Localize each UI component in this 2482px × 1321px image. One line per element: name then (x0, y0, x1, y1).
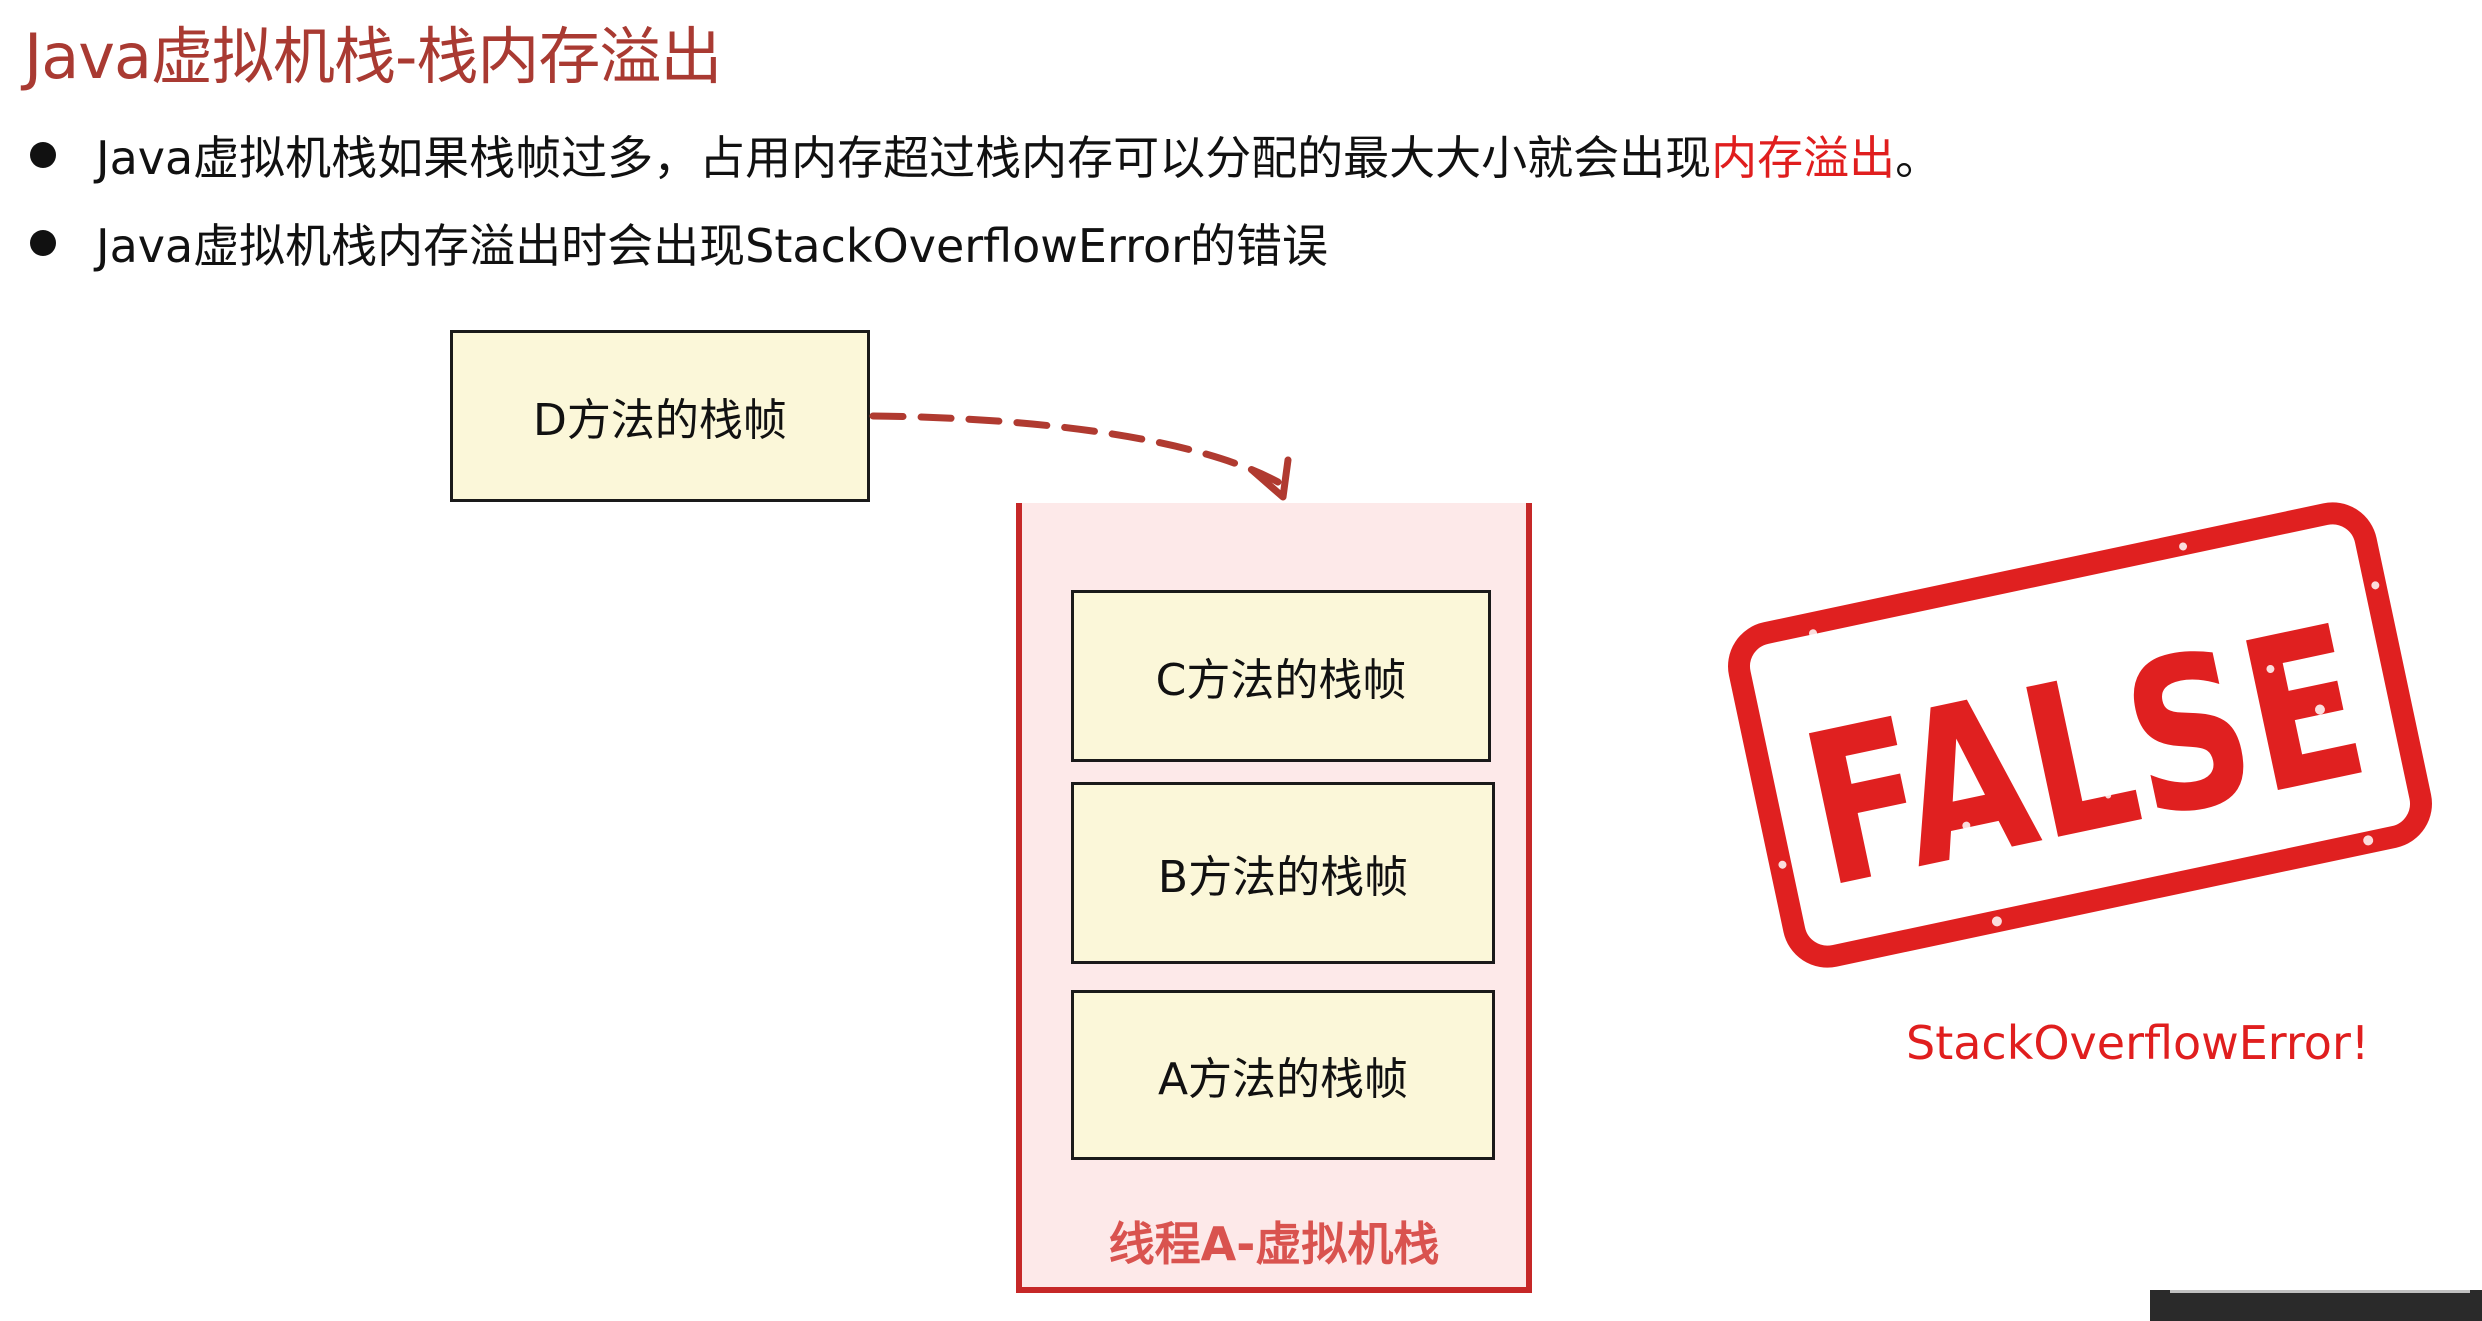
bullet-dot-icon (30, 142, 56, 168)
stack-label: 线程A-虚拟机栈 (1108, 1217, 1440, 1271)
dashed-arrow-line (869, 412, 1282, 486)
arrow-head-icon (1248, 456, 1292, 501)
stack-frame-c: C方法的栈帧 (1071, 590, 1491, 762)
bullet-dot-icon (30, 230, 56, 256)
slide-title: Java虚拟机栈-栈内存溢出 (24, 20, 722, 93)
bullet-1-text: Java虚拟机栈如果栈帧过多，占用内存超过栈内存可以分配的最大大小就会出现 (96, 131, 1712, 185)
bullet-item-1: Java虚拟机栈如果栈帧过多，占用内存超过栈内存可以分配的最大大小就会出现 内存溢… (30, 122, 1941, 188)
incoming-stack-frame-d: D方法的栈帧 (450, 330, 870, 502)
stack-frame-a: A方法的栈帧 (1071, 990, 1495, 1160)
stack-overflow-error-label: StackOverflowError! (1906, 1016, 2370, 1070)
false-stamp: FALSE (1728, 502, 2432, 968)
bullet-item-2: Java虚拟机栈内存溢出时会出现StackOverflowError的错误 (30, 210, 1328, 276)
stack-frame-b: B方法的栈帧 (1071, 782, 1495, 964)
bullet-2-text: Java虚拟机栈内存溢出时会出现StackOverflowError的错误 (96, 219, 1329, 273)
watermark-logo (2150, 1255, 2482, 1321)
bullet-1-highlight: 内存溢出 (1711, 131, 1896, 185)
stamp-word: FALSE (1785, 579, 2384, 935)
bullet-1-end: 。 (1895, 131, 1942, 185)
